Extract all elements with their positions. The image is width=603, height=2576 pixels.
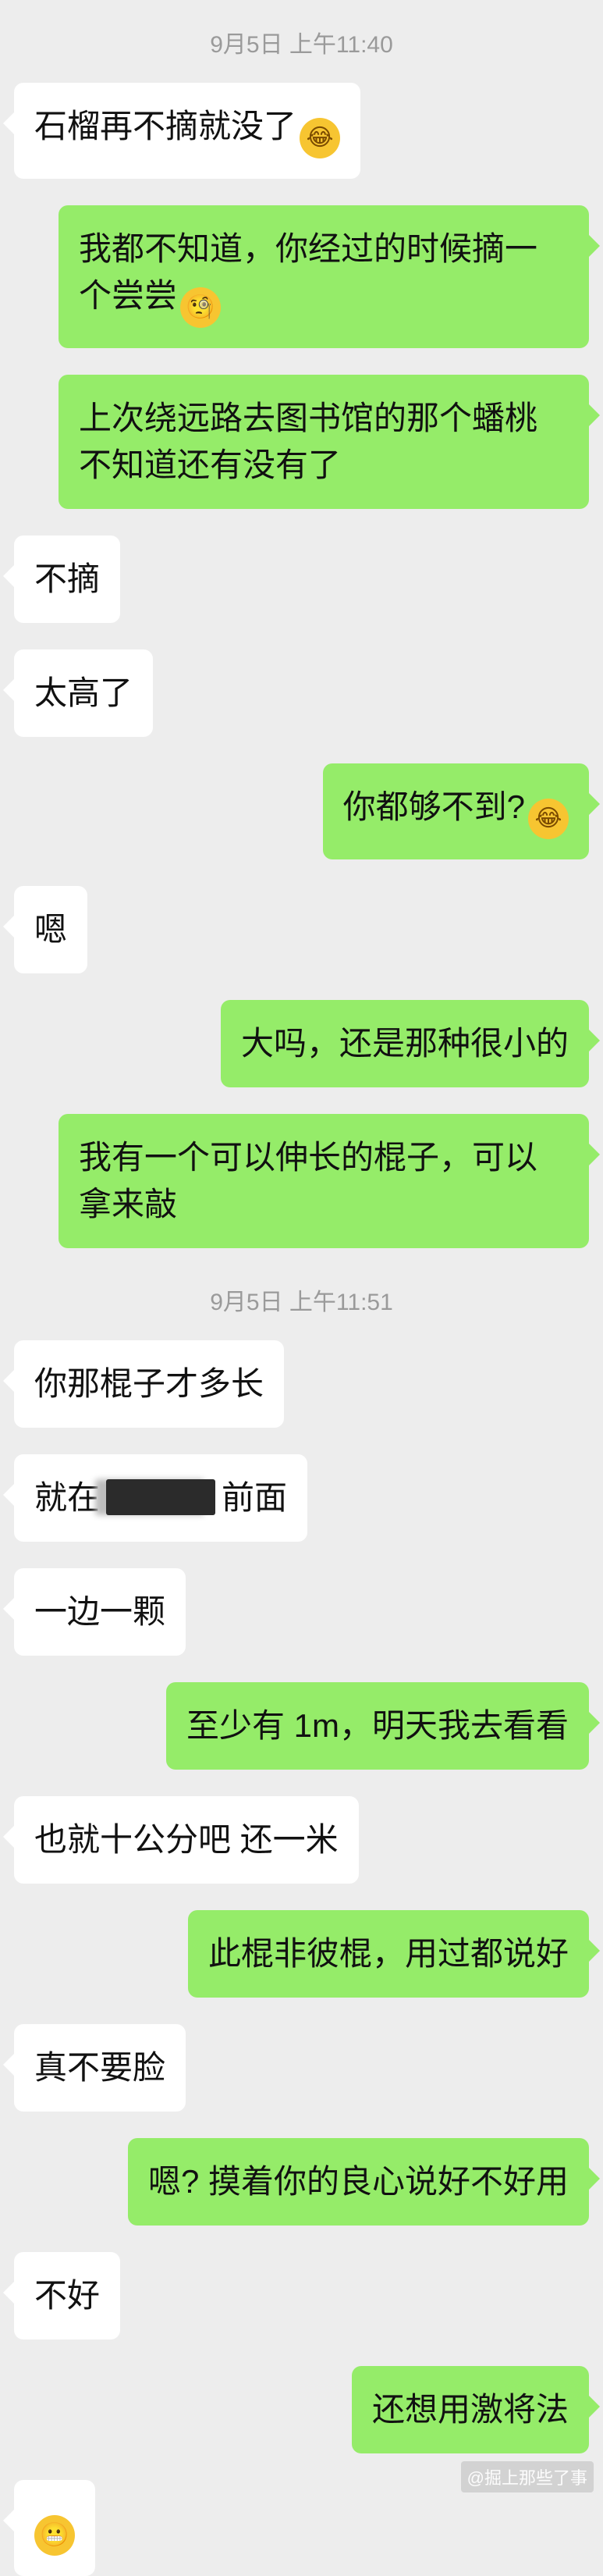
message-text: 你那棍子才多长 [34,1365,264,1402]
message-text: 不摘 [34,560,101,597]
message-row: 嗯? 摸着你的良心说好不好用 [0,2138,603,2226]
message-text: 你都够不到? [342,788,525,825]
message-text: 不好 [34,2277,101,2314]
message-row: 也就十公分吧 还一米 [0,1796,603,1884]
message-bubble[interactable]: 此棍非彼棍，用过都说好 [187,1910,601,1998]
message-text: 上次绕远路去图书馆的那个蟠桃不知道还有没有了 [79,400,538,483]
message-row: 此棍非彼棍，用过都说好 [0,1910,603,1998]
message-bubble[interactable]: 石榴再不摘就没了 😂 [2,83,361,179]
monocle-face-icon: 🧐 [180,287,222,328]
message-bubble[interactable]: 太高了 [2,649,154,737]
message-row: 上次绕远路去图书馆的那个蟠桃不知道还有没有了 [0,375,603,509]
message-text: 也就十公分吧 还一米 [34,1821,339,1858]
message-row: 不摘 [0,535,603,623]
message-text: 太高了 [34,674,133,711]
message-row: 大吗，还是那种很小的 [0,1000,603,1087]
message-text: 石榴再不摘就没了 [34,108,297,144]
message-bubble[interactable]: 还想用激将法 [351,2366,601,2453]
message-row: 我都不知道，你经过的时候摘一个尝尝 🧐 [0,205,603,348]
message-bubble[interactable]: 你都够不到? 😂 [322,763,601,859]
message-row: 一边一颗 [0,1568,603,1656]
message-bubble[interactable]: 上次绕远路去图书馆的那个蟠桃不知道还有没有了 [59,375,600,509]
message-text: 大吗，还是那种很小的 [240,1025,569,1062]
message-row: 太高了 [0,649,603,737]
message-bubble[interactable]: 就在 前面 [2,1454,308,1542]
message-row: 至少有 1m，明天我去看看 [0,1682,603,1770]
message-bubble[interactable]: 不摘 [2,535,121,623]
chat-thread: 9月5日 上午11:40 石榴再不摘就没了 😂 我都不知道，你经过的时候摘一个尝尝… [0,0,603,2576]
message-bubble[interactable]: 真不要脸 [2,2024,186,2112]
message-bubble[interactable]: 不好 [2,2252,121,2339]
watermark: @掘上那些了事 [460,2461,594,2492]
message-bubble[interactable]: 嗯? 摸着你的良心说好不好用 [127,2138,601,2226]
message-text: 我有一个可以伸长的棍子，可以拿来敲 [79,1139,538,1222]
message-row: 😬 [0,2480,603,2576]
message-bubble[interactable]: 至少有 1m，明天我去看看 [165,1682,601,1770]
smiling-face-with-tears-icon: 😂 [300,118,341,158]
message-text: 我都不知道，你经过的时候摘一个尝尝 [79,230,538,314]
message-bubble[interactable]: 我有一个可以伸长的棍子，可以拿来敲 [59,1114,600,1248]
message-bubble[interactable]: 你那棍子才多长 [2,1340,285,1428]
message-text: 还想用激将法 [371,2391,569,2428]
message-bubble[interactable]: 也就十公分吧 还一米 [3,1796,359,1884]
message-text: 真不要脸 [34,2049,166,2086]
message-row: 还想用激将法 [0,2366,603,2453]
message-bubble[interactable]: 大吗，还是那种很小的 [220,1000,601,1087]
message-text: 嗯? 摸着你的良心说好不好用 [147,2163,569,2200]
message-row: 真不要脸 [0,2024,603,2112]
message-bubble[interactable]: 嗯 [2,886,88,973]
grimacing-face-icon: 😬 [34,2515,75,2556]
message-bubble[interactable]: 一边一颗 [2,1568,186,1656]
redaction-block [106,1479,216,1515]
message-bubble[interactable]: 😬 [3,2480,95,2576]
message-bubble[interactable]: 我都不知道，你经过的时候摘一个尝尝 🧐 [59,205,600,348]
message-row: 不好 [0,2252,603,2339]
message-text-start: 就在 [34,1479,101,1516]
message-text: 此棍非彼棍，用过都说好 [208,1935,569,1972]
message-text: 至少有 1m，明天我去看看 [186,1707,569,1744]
timestamp: 9月5日 上午11:51 [210,1290,393,1315]
message-row: 你都够不到? 😂 [0,763,603,859]
message-row: 就在 前面 [0,1454,603,1542]
timestamp: 9月5日 上午11:40 [210,32,393,58]
message-text: 一边一颗 [34,1593,166,1630]
message-row: 嗯 [0,886,603,973]
message-row: 石榴再不摘就没了 😂 [0,83,603,179]
message-row: 你那棍子才多长 [0,1340,603,1428]
message-text-end: 前面 [222,1479,288,1516]
message-row: 我有一个可以伸长的棍子，可以拿来敲 [0,1114,603,1248]
tears-of-joy-icon: 😂 [528,799,569,839]
message-text: 嗯 [34,911,68,948]
